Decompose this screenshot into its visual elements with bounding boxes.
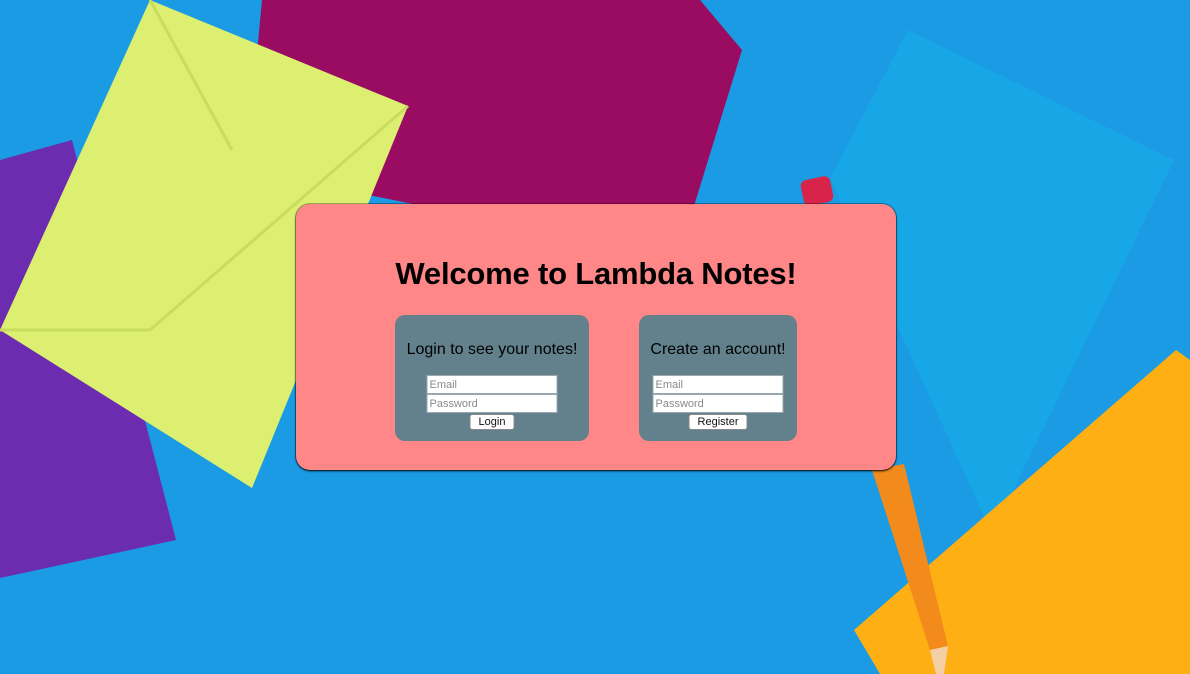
register-email-input[interactable] — [652, 375, 784, 394]
register-password-input[interactable] — [652, 394, 784, 413]
register-button[interactable]: Register — [688, 414, 748, 430]
login-button[interactable]: Login — [469, 414, 515, 430]
login-password-input[interactable] — [426, 394, 558, 413]
login-heading: Login to see your notes! — [406, 341, 578, 358]
welcome-card: Welcome to Lambda Notes! Login to see yo… — [296, 204, 896, 470]
login-email-input[interactable] — [426, 375, 558, 394]
register-panel: Create an account! Register — [639, 315, 797, 441]
register-heading: Create an account! — [650, 341, 786, 358]
login-panel: Login to see your notes! Login — [395, 315, 589, 441]
page-title: Welcome to Lambda Notes! — [395, 256, 797, 291]
